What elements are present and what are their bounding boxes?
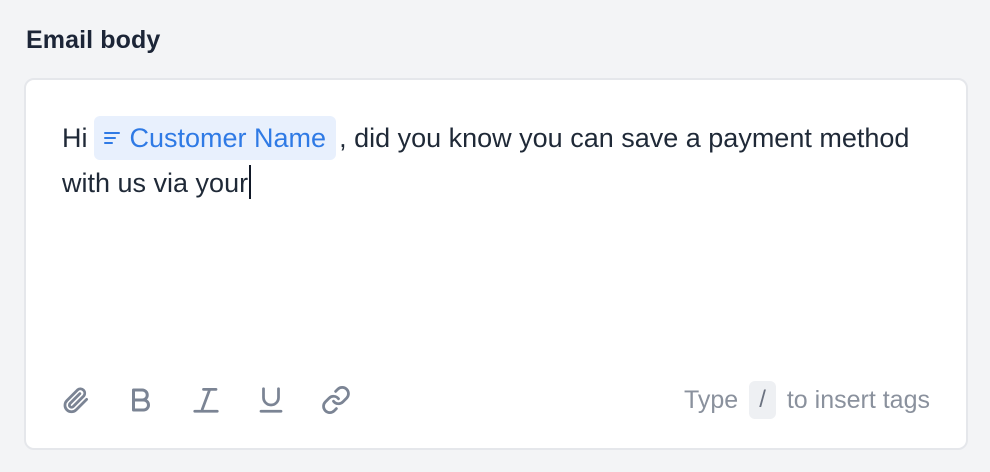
customer-name-tag-chip[interactable]: Customer Name <box>93 116 337 160</box>
link-button[interactable] <box>320 384 352 416</box>
insert-tags-hint: Type / to insert tags <box>684 380 930 420</box>
italic-icon <box>193 388 219 413</box>
link-icon <box>322 386 350 414</box>
email-body-editor[interactable]: Hi Customer Name, did you know you can sa… <box>24 78 968 450</box>
formatting-toolbar <box>60 382 385 418</box>
email-body-label: Email body <box>26 26 161 54</box>
italic-button[interactable] <box>190 384 222 416</box>
underline-button[interactable] <box>255 384 287 416</box>
text-lines-icon <box>103 131 120 144</box>
bold-icon <box>132 388 150 412</box>
bold-button[interactable] <box>125 384 157 416</box>
email-body-content[interactable]: Hi Customer Name, did you know you can sa… <box>62 116 922 206</box>
slash-key-badge: / <box>749 381 776 419</box>
tag-chip-label: Customer Name <box>129 123 327 153</box>
attach-button[interactable] <box>60 384 92 416</box>
underline-icon <box>259 387 283 413</box>
paperclip-icon <box>63 387 88 414</box>
hint-suffix: to insert tags <box>786 385 930 414</box>
text-before-tag: Hi <box>62 123 88 153</box>
text-caret <box>249 164 252 199</box>
hint-prefix: Type <box>683 385 739 414</box>
